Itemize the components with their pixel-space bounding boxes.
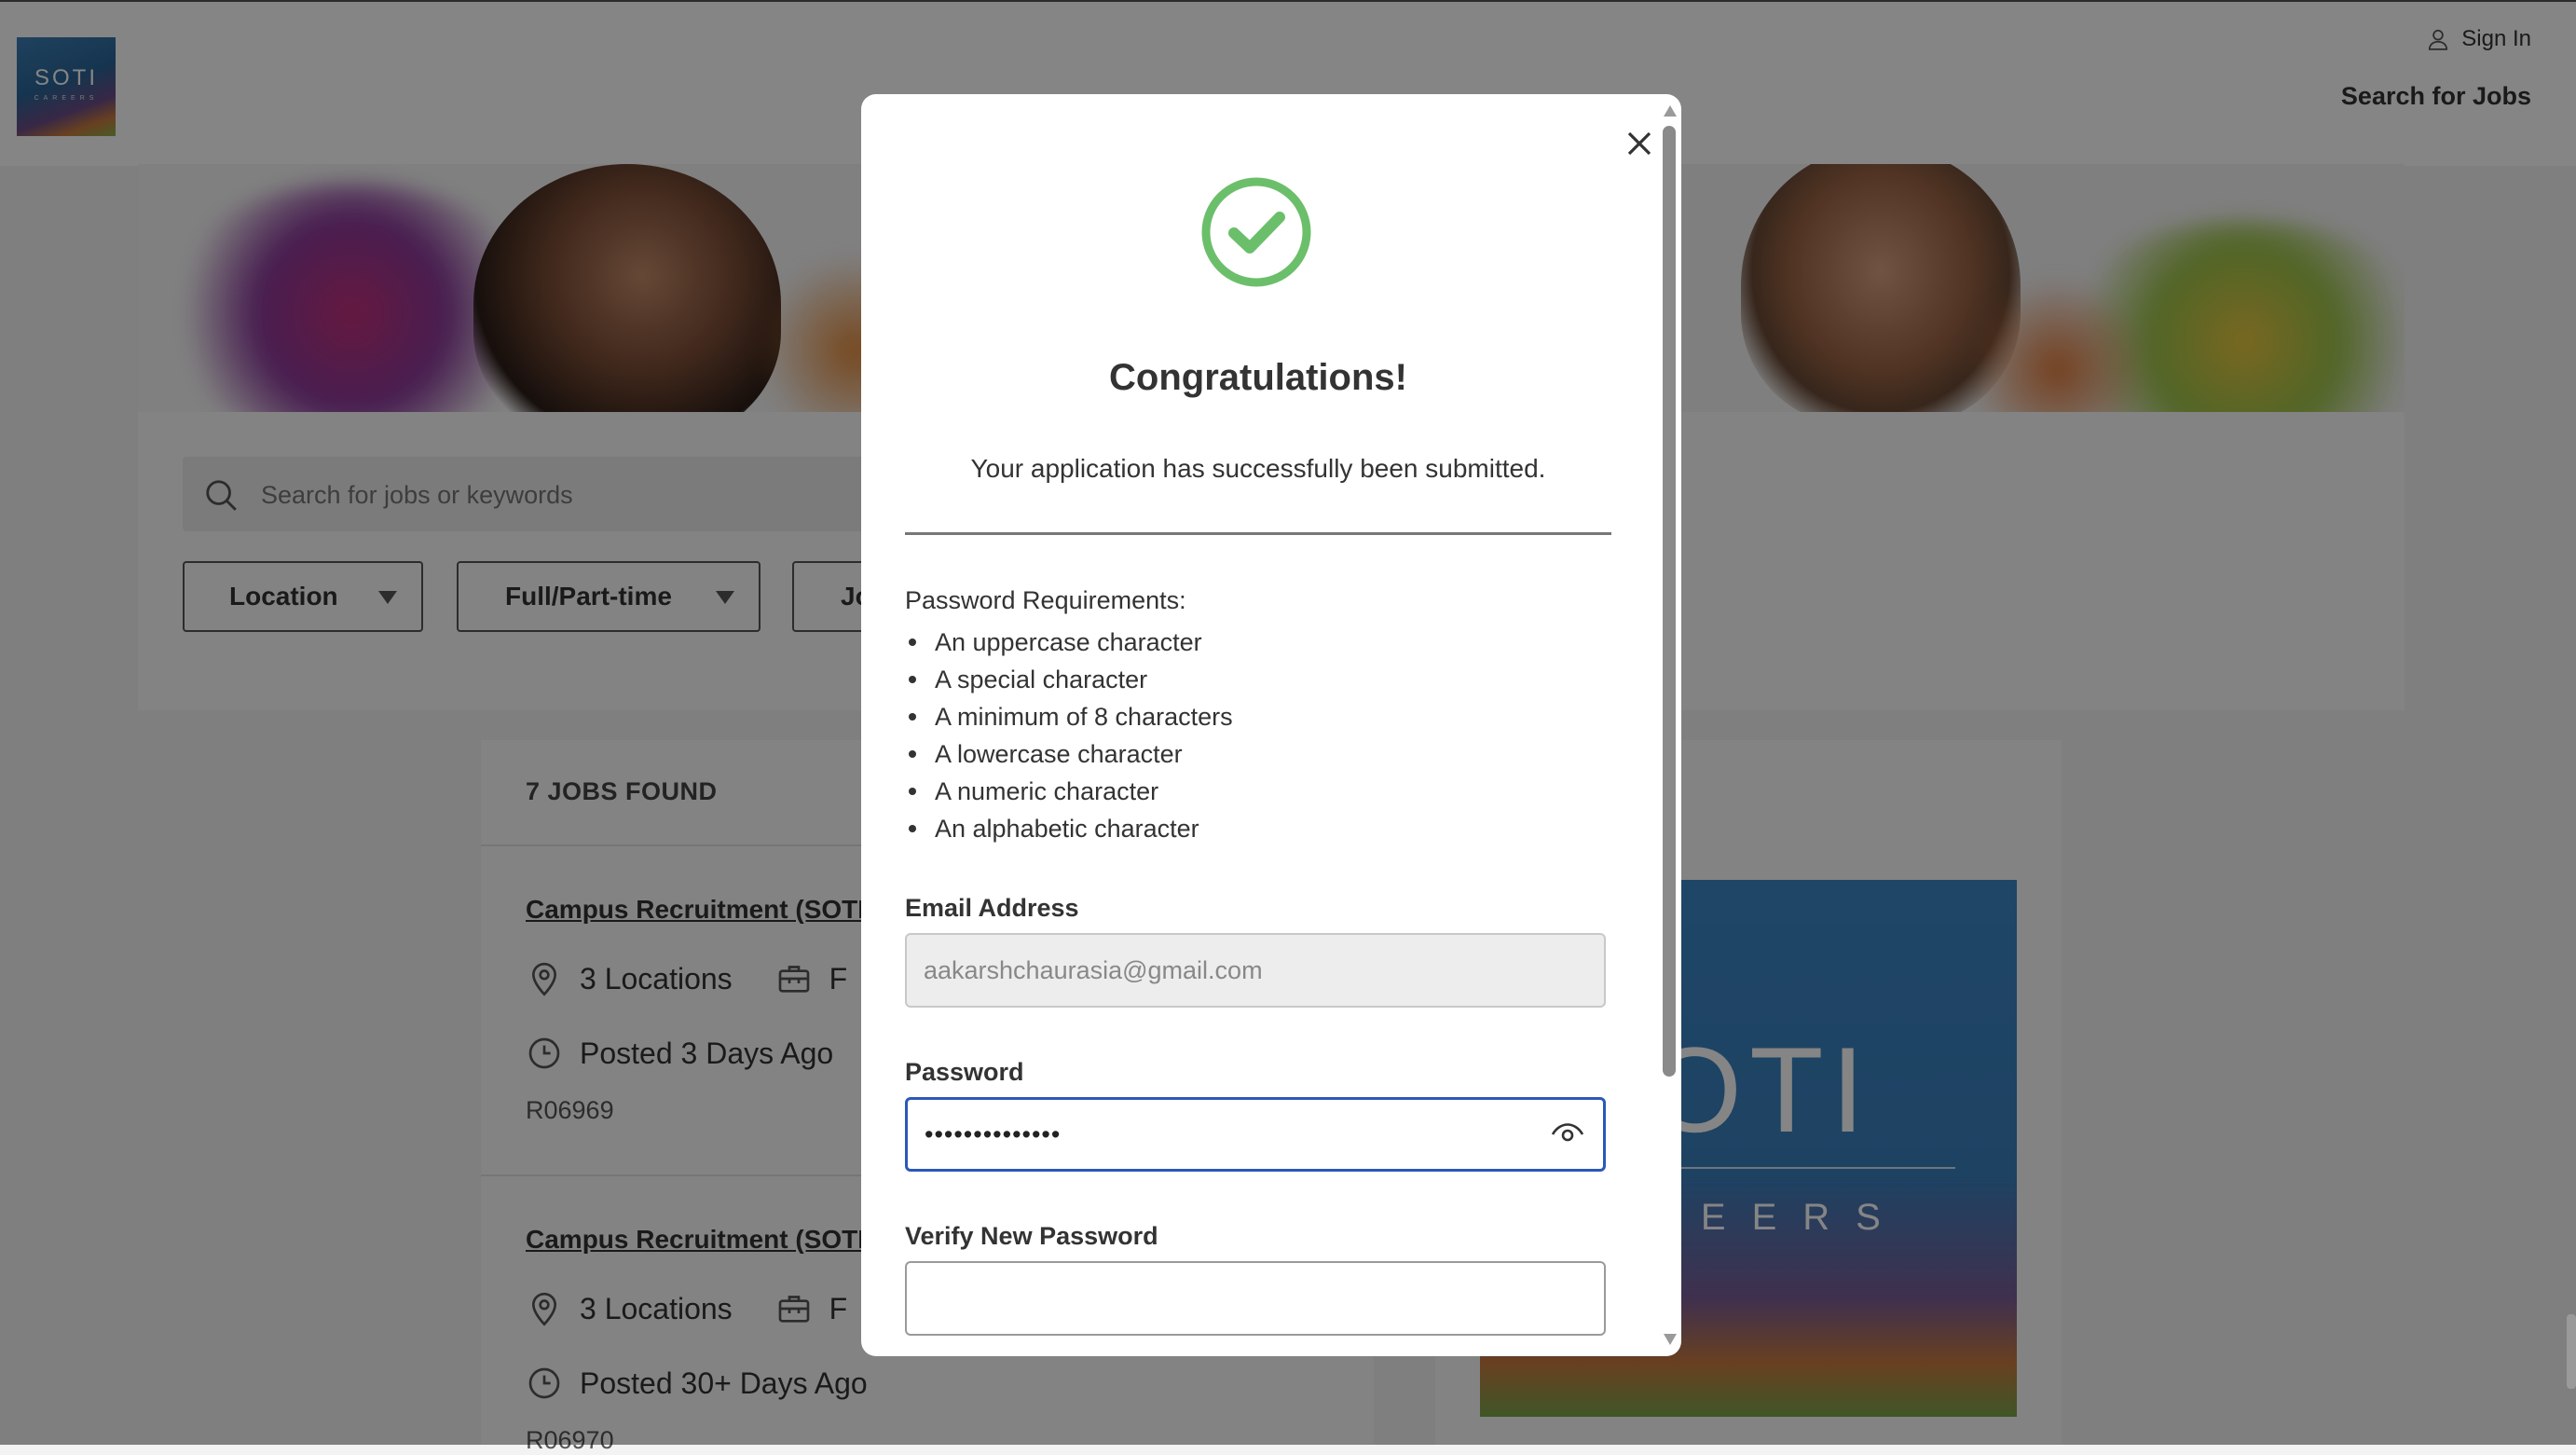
bullet-icon: [909, 750, 916, 758]
requirement-item: A special character: [905, 661, 1233, 698]
email-field[interactable]: [905, 933, 1606, 1008]
show-password-eye-icon[interactable]: [1547, 1112, 1588, 1153]
success-check-icon: [1201, 177, 1311, 287]
password-field[interactable]: [905, 1097, 1606, 1172]
bullet-icon: [909, 713, 916, 721]
password-requirements-heading: Password Requirements:: [905, 586, 1186, 614]
requirement-item: An uppercase character: [905, 624, 1233, 661]
requirement-item: A minimum of 8 characters: [905, 698, 1233, 735]
requirement-text: A numeric character: [935, 777, 1159, 805]
bullet-icon: [909, 825, 916, 832]
scroll-thumb[interactable]: [1663, 126, 1676, 1077]
dialog-message: Your application has successfully been s…: [970, 454, 1546, 483]
application-success-dialog: Congratulations! Your application has su…: [861, 94, 1681, 1356]
dialog-scrollbar[interactable]: [1661, 105, 1678, 1345]
bullet-icon: [909, 676, 916, 683]
requirement-item: An alphabetic character: [905, 810, 1233, 847]
verify-password-label: Verify New Password: [905, 1222, 1158, 1250]
requirement-text: A lowercase character: [935, 740, 1183, 768]
password-label: Password: [905, 1058, 1024, 1086]
requirement-text: A minimum of 8 characters: [935, 703, 1233, 731]
requirement-text: An alphabetic character: [935, 815, 1199, 843]
requirement-text: A special character: [935, 666, 1148, 693]
scroll-down-arrow-icon[interactable]: [1664, 1334, 1677, 1345]
requirement-item: A numeric character: [905, 773, 1233, 810]
verify-password-field[interactable]: [905, 1261, 1606, 1336]
close-icon[interactable]: [1618, 122, 1661, 165]
scroll-up-arrow-icon[interactable]: [1664, 105, 1677, 117]
password-requirements-list: An uppercase character A special charact…: [905, 624, 1233, 847]
bullet-icon: [909, 638, 916, 646]
page-scrollbar[interactable]: [2567, 1314, 2576, 1389]
dialog-divider: [905, 532, 1611, 535]
requirement-text: An uppercase character: [935, 628, 1202, 656]
email-label: Email Address: [905, 894, 1079, 922]
requirement-item: A lowercase character: [905, 735, 1233, 773]
dialog-title: Congratulations!: [1109, 357, 1407, 398]
bullet-icon: [909, 788, 916, 795]
